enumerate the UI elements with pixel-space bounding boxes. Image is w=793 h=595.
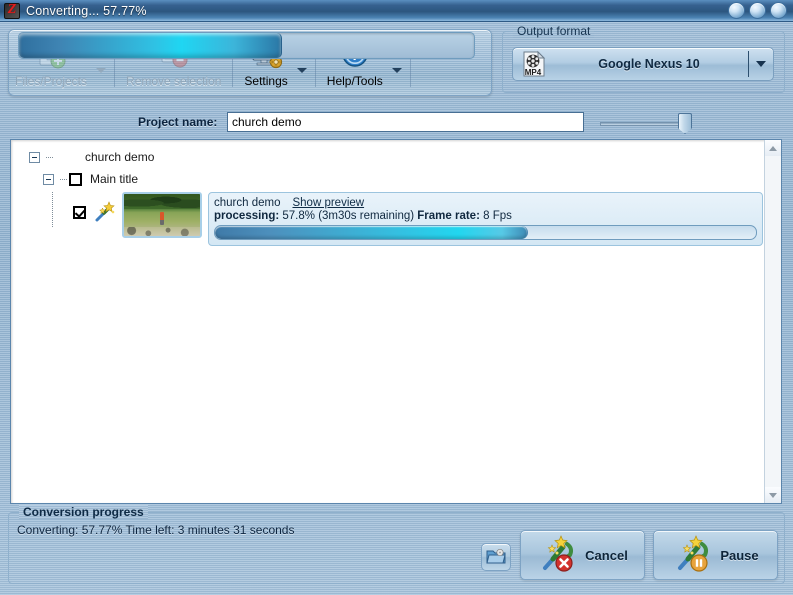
clip-status-value: 57.8% (3m30s remaining) bbox=[282, 210, 415, 222]
clip-header: church demo Show preview bbox=[214, 197, 757, 209]
clip-progress-fill bbox=[215, 226, 528, 239]
thumbnail-trees bbox=[124, 194, 200, 210]
open-output-folder-button[interactable] bbox=[481, 543, 511, 571]
project-tree-panel: church demo Main title church demo Show … bbox=[10, 139, 782, 504]
tree-row-root[interactable]: church demo bbox=[11, 146, 763, 168]
help-tools-label: Help/Tools bbox=[326, 73, 383, 88]
minimize-button[interactable] bbox=[728, 2, 745, 19]
remove-selection-label: Remove selection bbox=[126, 73, 222, 88]
tree-main-title-label: Main title bbox=[90, 172, 139, 186]
output-format-group: Output format MP4 Google Nexus 10 bbox=[502, 24, 785, 93]
show-preview-link[interactable]: Show preview bbox=[292, 197, 364, 209]
pause-button[interactable]: Pause bbox=[653, 530, 778, 580]
slider-track bbox=[600, 122, 686, 126]
cancel-button[interactable]: Cancel bbox=[520, 530, 645, 580]
clip-framerate-value: 8 Fps bbox=[483, 210, 512, 222]
clip-checkbox[interactable] bbox=[73, 206, 86, 219]
expander-main-title-icon[interactable] bbox=[43, 173, 54, 185]
output-format-combobox[interactable]: MP4 Google Nexus 10 bbox=[512, 47, 774, 81]
conversion-progress-legend: Conversion progress bbox=[19, 505, 148, 519]
magic-wand-cancel-icon bbox=[537, 534, 581, 577]
magic-wand-pause-icon bbox=[672, 534, 716, 577]
video-thumbnail[interactable] bbox=[122, 192, 202, 238]
slider-thumb[interactable] bbox=[678, 113, 692, 134]
title-bar: Converting... 57.77% bbox=[0, 0, 793, 22]
tree-scrollbar[interactable] bbox=[764, 140, 781, 503]
conversion-progress-fill bbox=[19, 33, 282, 58]
thumbnail-ground bbox=[124, 226, 200, 236]
tree-connector bbox=[46, 156, 53, 158]
mp4-film-icon: MP4 bbox=[518, 50, 550, 78]
tree-connector bbox=[60, 178, 67, 180]
tree-row-main-title[interactable]: Main title bbox=[11, 168, 763, 190]
scroll-down-icon[interactable] bbox=[765, 487, 781, 503]
expander-root-icon[interactable] bbox=[29, 151, 40, 163]
cancel-button-label: Cancel bbox=[585, 547, 628, 563]
files-projects-label: Files/Projects bbox=[15, 73, 88, 88]
app-logo-icon bbox=[4, 2, 20, 19]
clip-status-line: processing: 57.8% (3m30s remaining) Fram… bbox=[214, 210, 757, 222]
tree-guide-line bbox=[52, 192, 53, 228]
tree-row-clip: church demo Show preview processing: 57.… bbox=[11, 192, 763, 246]
svg-text:MP4: MP4 bbox=[525, 68, 542, 77]
chevron-down-icon[interactable] bbox=[749, 61, 773, 67]
main-title-checkbox[interactable] bbox=[69, 172, 82, 186]
project-name-label: Project name: bbox=[138, 115, 218, 129]
clip-status-label: processing: bbox=[214, 210, 280, 222]
close-button[interactable] bbox=[770, 2, 787, 19]
maximize-button[interactable] bbox=[749, 2, 766, 19]
zoom-slider[interactable] bbox=[600, 113, 700, 134]
output-format-legend: Output format bbox=[513, 24, 594, 38]
magic-wand-stars-icon bbox=[94, 201, 116, 226]
project-name-input[interactable] bbox=[227, 112, 584, 132]
clip-info-box: church demo Show preview processing: 57.… bbox=[208, 192, 763, 246]
tree-root-label: church demo bbox=[85, 150, 155, 164]
clip-framerate-label: Frame rate: bbox=[417, 210, 480, 222]
project-name-row: Project name: bbox=[0, 112, 793, 134]
project-tree: church demo Main title church demo Show … bbox=[11, 140, 763, 246]
pause-button-label: Pause bbox=[720, 547, 759, 563]
thumbnail-person bbox=[159, 211, 164, 225]
clip-name: church demo bbox=[214, 197, 281, 209]
output-format-value: Google Nexus 10 bbox=[598, 57, 700, 71]
scroll-up-icon[interactable] bbox=[765, 140, 781, 156]
settings-label: Settings bbox=[244, 73, 288, 88]
open-folder-icon bbox=[486, 547, 506, 568]
conversion-progress-bar bbox=[18, 32, 475, 59]
clip-progress-bar bbox=[214, 225, 757, 240]
window-controls bbox=[728, 2, 787, 19]
conversion-status-text: Converting: 57.77% Time left: 3 minutes … bbox=[17, 523, 295, 537]
window-title: Converting... 57.77% bbox=[26, 3, 147, 18]
